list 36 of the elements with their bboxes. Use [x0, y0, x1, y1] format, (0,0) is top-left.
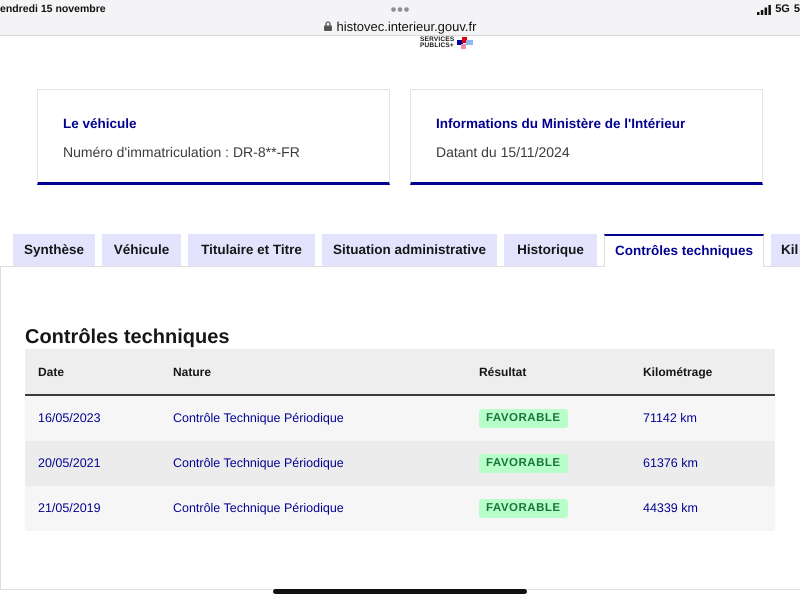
tab[interactable]: Titulaire et Titre	[188, 234, 315, 266]
mileage-cell-text: 71142 km	[643, 410, 697, 428]
lock-icon	[324, 21, 332, 31]
date-cell-text: 16/05/2023	[38, 410, 101, 428]
nature-cell-text: Contrôle Technique Périodique	[173, 410, 344, 428]
result-badge: FAVORABLE	[479, 499, 568, 518]
date-cell-text: 21/05/2019	[38, 500, 101, 518]
nature-cell-text: Contrôle Technique Périodique	[173, 500, 344, 518]
section-title: Contrôles techniques	[25, 325, 230, 349]
tab[interactable]: Contrôles techniques	[604, 234, 764, 267]
column-header: Résultat	[479, 364, 526, 380]
result-badge: FAVORABLE	[479, 409, 568, 428]
result-badge: FAVORABLE	[479, 454, 568, 473]
column-header: Nature	[173, 364, 212, 380]
mileage-cell-text: 44339 km	[643, 500, 698, 518]
tab[interactable]: Kil	[771, 234, 800, 266]
card-title: Le véhicule	[63, 116, 137, 132]
card-title: Informations du Ministère de l'Intérieur	[436, 116, 686, 132]
nature-cell-text: Contrôle Technique Périodique	[173, 455, 344, 472]
card-text: Datant du 15/11/2024	[436, 143, 570, 161]
tab[interactable]: Historique	[504, 234, 597, 266]
tab[interactable]: Véhicule	[102, 234, 181, 266]
mileage-cell-text: 61376 km	[643, 455, 698, 472]
status-date: endredi 15 novembre	[0, 4, 106, 15]
tab[interactable]: Situation administrative	[322, 234, 497, 266]
signal-icon	[757, 4, 772, 14]
column-header: Kilométrage	[643, 364, 712, 380]
battery-label: 5	[794, 4, 800, 15]
logo-squares-icon	[457, 36, 474, 48]
card-text: Numéro d'immatriculation : DR-8**-FR	[63, 143, 300, 161]
column-header: Date	[38, 364, 64, 380]
network-label: 5G	[775, 4, 790, 15]
address-url[interactable]: histovec.interieur.gouv.fr	[336, 20, 476, 32]
date-cell-text: 20/05/2021	[38, 455, 101, 472]
more-dots-icon[interactable]	[391, 7, 409, 12]
tab[interactable]: Synthèse	[13, 234, 95, 266]
